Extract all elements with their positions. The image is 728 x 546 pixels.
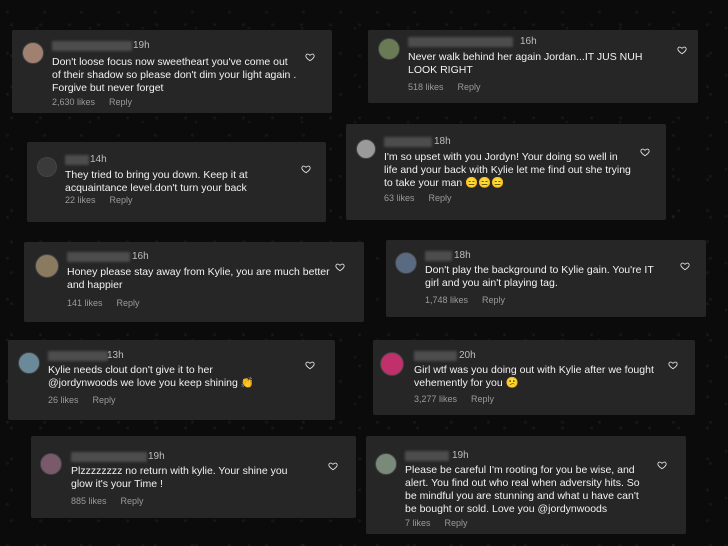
comment-card: 14h They tried to bring you down. Keep i…	[27, 142, 326, 222]
comment-text: Don't loose focus now sweetheart you've …	[52, 56, 297, 94]
comment-meta: 518 likes Reply	[408, 82, 481, 92]
comment-meta: 26 likes Reply	[48, 395, 116, 405]
comment-time: 19h	[452, 450, 469, 461]
like-count[interactable]: 518 likes	[408, 82, 444, 92]
comment-text: Girl wtf was you doing out with Kylie af…	[414, 364, 654, 389]
username-blurred[interactable]	[405, 451, 449, 461]
reply-button[interactable]: Reply	[110, 195, 133, 205]
heart-icon[interactable]	[668, 360, 678, 370]
avatar[interactable]	[35, 254, 59, 278]
username-blurred[interactable]	[408, 37, 513, 47]
username-blurred[interactable]	[384, 137, 432, 147]
heart-icon[interactable]	[335, 262, 345, 272]
avatar[interactable]	[22, 42, 44, 64]
avatar[interactable]	[395, 252, 417, 274]
avatar[interactable]	[375, 453, 397, 475]
reply-button[interactable]: Reply	[121, 496, 144, 506]
comment-text: They tried to bring you down. Keep it at…	[65, 169, 248, 194]
comment-time: 14h	[90, 154, 107, 165]
comment-text: Please be careful I'm rooting for you be…	[405, 464, 640, 515]
like-count[interactable]: 2,630 likes	[52, 97, 95, 107]
reply-button[interactable]: Reply	[471, 394, 494, 404]
avatar[interactable]	[380, 352, 404, 376]
comment-card: 19h Don't loose focus now sweetheart you…	[12, 30, 332, 113]
comment-text: Kylie needs clout don't give it to her @…	[48, 364, 254, 389]
comment-time: 19h	[148, 451, 165, 462]
comment-meta: 7 likes Reply	[405, 518, 468, 528]
avatar[interactable]	[40, 453, 62, 475]
username-blurred[interactable]	[65, 155, 89, 165]
avatar[interactable]	[37, 157, 57, 177]
username-blurred[interactable]	[425, 251, 452, 261]
like-count[interactable]: 26 likes	[48, 395, 79, 405]
like-count[interactable]: 3,277 likes	[414, 394, 457, 404]
comment-meta: 22 likes Reply	[65, 195, 133, 205]
comment-time: 20h	[459, 350, 476, 361]
comment-time: 13h	[107, 350, 124, 361]
comment-time: 18h	[454, 250, 471, 261]
comment-text: I'm so upset with you Jordyn! Your doing…	[384, 151, 631, 189]
comment-time: 19h	[133, 40, 150, 51]
heart-icon[interactable]	[305, 52, 315, 62]
comment-card: 16h Never walk behind her again Jordan..…	[368, 30, 698, 103]
comment-meta: 885 likes Reply	[71, 496, 144, 506]
heart-icon[interactable]	[305, 360, 315, 370]
comment-time: 16h	[132, 251, 149, 262]
username-blurred[interactable]	[67, 252, 130, 262]
like-count[interactable]: 63 likes	[384, 193, 415, 203]
comment-time: 18h	[434, 136, 451, 147]
comment-card: 19h Please be careful I'm rooting for yo…	[366, 436, 686, 534]
comment-meta: 3,277 likes Reply	[414, 394, 494, 404]
comment-card: 18h Don't play the background to Kylie g…	[386, 240, 706, 317]
username-blurred[interactable]	[52, 41, 132, 51]
comment-meta: 63 likes Reply	[384, 193, 452, 203]
comment-meta: 141 likes Reply	[67, 298, 140, 308]
comment-card: 19h Plzzzzzzzz no return with kylie. You…	[31, 436, 356, 518]
comment-time: 16h	[520, 36, 537, 47]
reply-button[interactable]: Reply	[429, 193, 452, 203]
like-count[interactable]: 1,748 likes	[425, 295, 468, 305]
username-blurred[interactable]	[48, 351, 108, 361]
username-blurred[interactable]	[71, 452, 147, 462]
like-count[interactable]: 7 likes	[405, 518, 431, 528]
comment-meta: 2,630 likes Reply	[52, 97, 132, 107]
heart-icon[interactable]	[301, 164, 311, 174]
comment-card: 13h Kylie needs clout don't give it to h…	[8, 340, 335, 420]
comment-text: Don't play the background to Kylie gain.…	[425, 264, 654, 289]
heart-icon[interactable]	[640, 147, 650, 157]
username-blurred[interactable]	[414, 351, 457, 361]
comment-meta: 1,748 likes Reply	[425, 295, 505, 305]
heart-icon[interactable]	[328, 461, 338, 471]
comment-card: 18h I'm so upset with you Jordyn! Your d…	[346, 124, 666, 220]
reply-button[interactable]: Reply	[109, 97, 132, 107]
reply-button[interactable]: Reply	[445, 518, 468, 528]
comment-card: 20h Girl wtf was you doing out with Kyli…	[373, 340, 695, 415]
heart-icon[interactable]	[677, 45, 687, 55]
reply-button[interactable]: Reply	[117, 298, 140, 308]
heart-icon[interactable]	[657, 460, 667, 470]
comment-text: Never walk behind her again Jordan...IT …	[408, 51, 643, 76]
reply-button[interactable]: Reply	[458, 82, 481, 92]
reply-button[interactable]: Reply	[93, 395, 116, 405]
avatar[interactable]	[378, 38, 400, 60]
comment-card: 16h Honey please stay away from Kylie, y…	[24, 242, 364, 322]
comment-text: Plzzzzzzzz no return with kylie. Your sh…	[71, 465, 288, 490]
heart-icon[interactable]	[680, 261, 690, 271]
like-count[interactable]: 22 likes	[65, 195, 96, 205]
like-count[interactable]: 141 likes	[67, 298, 103, 308]
like-count[interactable]: 885 likes	[71, 496, 107, 506]
reply-button[interactable]: Reply	[482, 295, 505, 305]
avatar[interactable]	[356, 139, 376, 159]
avatar[interactable]	[18, 352, 40, 374]
comment-text: Honey please stay away from Kylie, you a…	[67, 266, 330, 291]
